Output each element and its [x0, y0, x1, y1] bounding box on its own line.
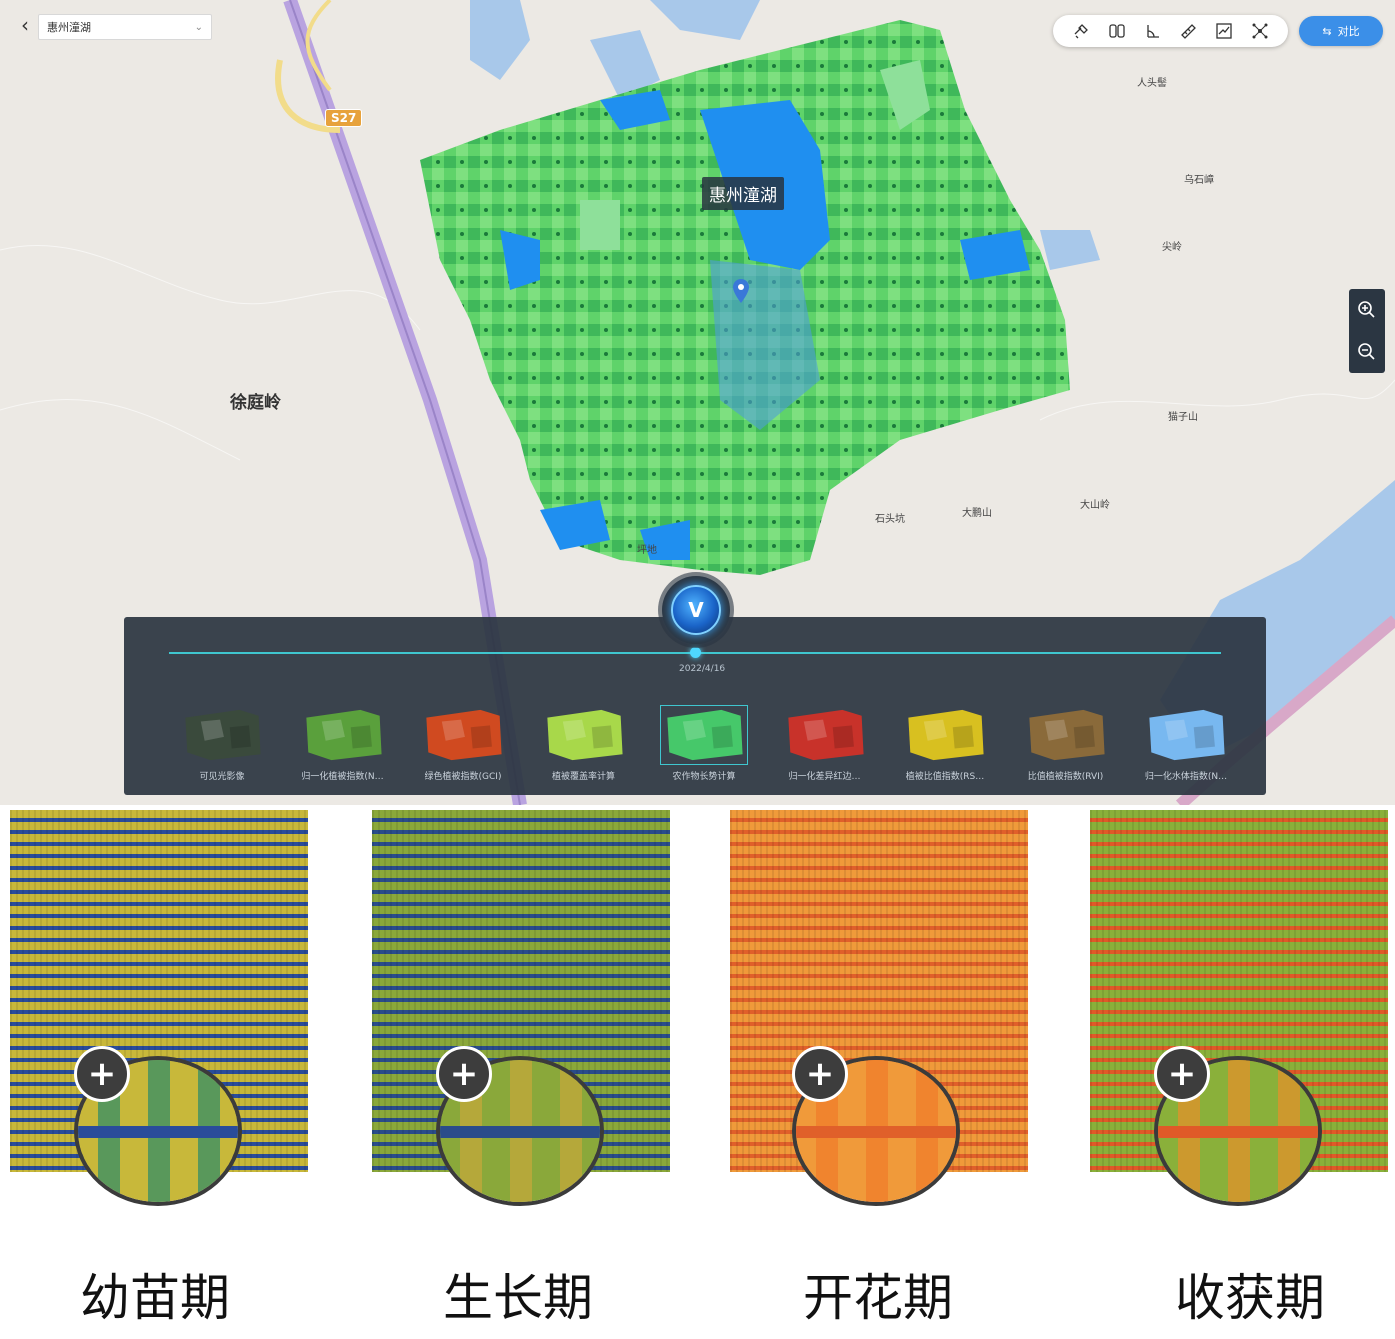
map-toolbar: [1053, 15, 1288, 47]
growth-stage-label: 生长期: [443, 1269, 593, 1327]
index-thumbnail[interactable]: 归一化水体指数(N…: [1138, 705, 1234, 785]
split-view-icon[interactable]: [1105, 19, 1129, 43]
index-thumbnail[interactable]: 植被比值指数(RS…: [897, 705, 993, 785]
measure-angle-icon[interactable]: [1141, 19, 1165, 43]
plus-icon[interactable]: +: [1154, 1046, 1210, 1102]
growth-stage-label: 收获期: [1175, 1269, 1325, 1327]
timeline-handle[interactable]: [690, 647, 701, 658]
thumbnail-image: [299, 705, 387, 765]
growth-stage-label: 开花期: [803, 1269, 953, 1327]
layer-select-value: 惠州潼湖: [47, 21, 91, 34]
place-label: 人头髻: [1137, 78, 1167, 89]
thumbnail-label: 植被比值指数(RS…: [905, 772, 985, 782]
index-thumbnail[interactable]: 归一化差异红边…: [777, 705, 873, 785]
plus-icon[interactable]: +: [792, 1046, 848, 1102]
map-view[interactable]: ‹ 惠州潼湖 ⌄ ⇆ 对比 S27 惠州潼湖 徐庭岭 人头髻 乌石嶂 尖岭 猫子…: [0, 0, 1395, 805]
place-label: 徐庭岭: [230, 393, 281, 413]
zoom-in-icon[interactable]: [1354, 297, 1380, 323]
thumbnail-image: [660, 705, 748, 765]
thumbnail-label: 可见光影像: [199, 772, 245, 782]
thumbnail-image: [1022, 705, 1110, 765]
place-label: 大鹏山: [962, 508, 992, 519]
app-root: ‹ 惠州潼湖 ⌄ ⇆ 对比 S27 惠州潼湖 徐庭岭 人头髻 乌石嶂 尖岭 猫子…: [0, 0, 1395, 1339]
layer-select[interactable]: 惠州潼湖 ⌄: [38, 14, 212, 40]
chevron-down-icon: ⌄: [194, 21, 203, 33]
thumbnail-image: [540, 705, 628, 765]
thumbnail-image: [901, 705, 989, 765]
zoom-out-icon[interactable]: [1354, 339, 1380, 365]
place-label: 石头坑: [875, 514, 905, 525]
thumbnail-image: [1142, 705, 1230, 765]
thumbnail-image: [419, 705, 507, 765]
app-badge: V: [662, 576, 730, 644]
index-thumbnail[interactable]: 归一化植被指数(N…: [295, 705, 391, 785]
growth-stage-panel: +: [10, 810, 310, 1210]
growth-stage-panel: +: [1090, 810, 1390, 1210]
thumbnail-label: 归一化水体指数(N…: [1144, 772, 1228, 782]
thumbnail-image: [781, 705, 869, 765]
back-button[interactable]: ‹: [14, 12, 36, 38]
area-name-label[interactable]: 惠州潼湖: [702, 177, 784, 210]
thumbnail-label: 比值植被指数(RVI): [1027, 772, 1104, 782]
satellite-icon[interactable]: [1069, 19, 1093, 43]
timeline-date: 2022/4/16: [679, 664, 726, 674]
growth-stage-panel: +: [372, 810, 672, 1210]
swap-icon: ⇆: [1322, 24, 1332, 38]
place-label: 大山岭: [1080, 500, 1110, 511]
compare-button-label: 对比: [1337, 25, 1360, 38]
index-thumbnail-list: 可见光影像 归一化植被指数(N… 绿色植被指数(GCI) 植被覆盖率计算 农作物长势计算…: [174, 705, 1234, 785]
network-icon[interactable]: [1248, 19, 1272, 43]
ruler-icon[interactable]: [1176, 19, 1200, 43]
index-thumbnail[interactable]: 绿色植被指数(GCI): [415, 705, 511, 785]
road-label: S27: [325, 109, 363, 127]
logo-icon: V: [671, 585, 721, 635]
index-thumbnail[interactable]: 农作物长势计算: [656, 705, 752, 785]
thumbnail-label: 归一化差异红边…: [788, 772, 861, 782]
index-thumbnail[interactable]: 植被覆盖率计算: [536, 705, 632, 785]
growth-stage-label: 幼苗期: [80, 1269, 230, 1327]
compare-button[interactable]: ⇆ 对比: [1299, 16, 1383, 46]
growth-stage-panel: +: [730, 810, 1030, 1210]
place-label: 坪地: [637, 545, 657, 556]
place-label: 尖岭: [1162, 242, 1182, 253]
plus-icon[interactable]: +: [436, 1046, 492, 1102]
thumbnail-label: 植被覆盖率计算: [551, 772, 615, 782]
place-label: 乌石嶂: [1184, 175, 1214, 186]
zoom-panel: [1349, 289, 1385, 373]
thumbnail-label: 绿色植被指数(GCI): [424, 772, 502, 782]
thumbnail-label: 归一化植被指数(N…: [301, 772, 384, 782]
chart-icon[interactable]: [1212, 19, 1236, 43]
index-thumbnail[interactable]: 比值植被指数(RVI): [1018, 705, 1114, 785]
plus-icon[interactable]: +: [74, 1046, 130, 1102]
location-pin-icon[interactable]: [733, 279, 749, 303]
thumbnail-label: 农作物长势计算: [672, 772, 736, 782]
thumbnail-image: [178, 705, 266, 765]
index-thumbnail[interactable]: 可见光影像: [174, 705, 270, 785]
place-label: 猫子山: [1168, 412, 1198, 423]
